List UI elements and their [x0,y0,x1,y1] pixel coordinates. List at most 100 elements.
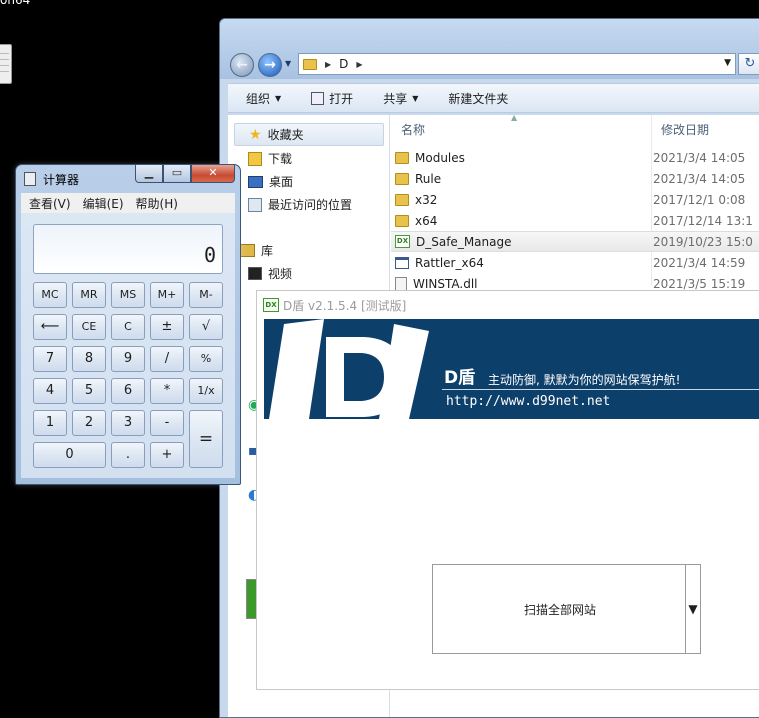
nav-label: 下载 [268,152,293,166]
file-name: D_Safe_Manage [416,234,512,249]
back-button[interactable]: ← [230,53,254,77]
share-button[interactable]: 共享 ▼ [383,90,418,107]
nav-item-libraries[interactable]: 库 [240,242,273,259]
key-sqrt[interactable]: √ [189,314,223,340]
new-folder-button[interactable]: 新建文件夹 [448,90,508,107]
file-row[interactable]: Rule 2021/3/4 14:05 [391,168,759,189]
key-0[interactable]: 0 [33,442,106,468]
key-1[interactable]: 1 [33,410,67,436]
calculator-window: 计算器 ▁ ▭ ✕ 查看(V) 编辑(E) 帮助(H) 0 MC MR MS M… [15,164,241,485]
d-shield-website-link[interactable]: http://www.d99net.net [446,394,610,409]
d-shield-slogan: 主动防御, 默默为你的网站保驾护航! [488,373,681,387]
nav-item-favorites[interactable]: ★ 收藏夹 [234,123,384,146]
open-button[interactable]: 打开 [311,90,353,107]
banner-divider [442,389,759,390]
breadcrumb-separator-icon[interactable]: ▶ [325,60,331,69]
d-shield-titlebar[interactable]: DX D盾 v2.1.5.4 [测试版] [257,291,759,319]
explorer-address-row: ← → ▼ ▶ D ▶ ▼ ↻ [220,19,759,79]
address-dropdown-icon[interactable]: ▼ [724,58,731,68]
refresh-icon: ↻ [744,56,756,71]
file-row[interactable]: x32 2017/12/1 0:08 [391,189,759,210]
new-folder-label: 新建文件夹 [448,91,509,106]
chevron-down-icon: ▼ [688,602,698,616]
calculator-titlebar[interactable]: 计算器 ▁ ▭ ✕ [16,165,240,191]
file-date: 2021/3/4 14:05 [653,171,746,186]
breadcrumb-current[interactable]: D [339,57,348,71]
select-dropdown-button[interactable]: ▼ [685,565,700,653]
d-shield-logo-icon: DX [263,298,279,312]
folder-icon [395,193,409,206]
organize-button[interactable]: 组织 ▼ [246,90,281,107]
key-equals[interactable]: = [189,410,223,468]
nav-item-desktop[interactable]: 桌面 [248,173,293,190]
close-icon: ✕ [208,166,218,179]
key-decimal[interactable]: . [111,442,145,468]
key-4[interactable]: 4 [33,378,67,404]
refresh-button[interactable]: ↻ [738,53,759,75]
folder-icon [395,214,409,227]
videos-icon [248,267,262,280]
key-reciprocal[interactable]: 1/x [189,378,223,404]
desktop-file-icon[interactable] [0,44,12,84]
column-header-name[interactable]: 名称 [401,121,425,138]
file-name: Modules [415,150,465,165]
file-row-selected[interactable]: DX D_Safe_Manage 2019/10/23 15:0 [391,231,759,252]
file-date: 2019/10/23 15:0 [653,234,753,249]
nav-item-downloads[interactable]: 下载 [248,150,292,167]
downloads-folder-icon [248,151,262,166]
address-bar[interactable]: ▶ D ▶ ▼ [298,53,736,75]
key-6[interactable]: 6 [111,378,145,404]
key-plus-minus[interactable]: ± [150,314,184,340]
key-7[interactable]: 7 [33,346,67,372]
d-shield-banner: D盾 主动防御, 默默为你的网站保驾护航! http://www.d99net.… [264,319,759,419]
libraries-icon [240,244,255,257]
breadcrumb-separator-icon[interactable]: ▶ [356,60,362,69]
key-3[interactable]: 3 [111,410,145,436]
menu-view[interactable]: 查看(V) [29,195,71,212]
key-add[interactable]: + [150,442,184,468]
key-m-plus[interactable]: M+ [150,282,184,308]
chevron-down-icon: ▼ [412,93,419,103]
key-multiply[interactable]: * [150,378,184,404]
key-5[interactable]: 5 [72,378,106,404]
menu-help[interactable]: 帮助(H) [136,195,178,212]
key-mc[interactable]: MC [33,282,67,308]
key-ce[interactable]: CE [72,314,106,340]
nav-item-videos[interactable]: 视频 [248,265,292,282]
key-9[interactable]: 9 [111,346,145,372]
scan-scope-value: 扫描全部网站 [523,603,596,617]
key-percent[interactable]: % [189,346,223,372]
dll-file-icon [395,276,407,291]
key-m-minus[interactable]: M- [189,282,223,308]
scan-scope-select[interactable]: 扫描全部网站 ▼ [432,564,701,654]
nav-label: 桌面 [269,175,294,189]
nav-item-recent[interactable]: 最近访问的位置 [248,196,352,213]
application-icon [395,256,409,269]
file-row[interactable]: Modules 2021/3/4 14:05 [391,147,759,168]
close-button[interactable]: ✕ [191,165,235,183]
desktop-icon [248,175,263,188]
key-divide[interactable]: / [150,346,184,372]
key-mr[interactable]: MR [72,282,106,308]
recent-pages-dropdown-icon[interactable]: ▼ [285,59,291,68]
calculator-display: 0 [33,224,223,274]
file-row[interactable]: x64 2017/12/14 13:1 [391,210,759,231]
key-subtract[interactable]: - [150,410,184,436]
desktop-window-title-fragment: on64 [0,0,31,7]
forward-button[interactable]: → [258,53,282,77]
key-ms[interactable]: MS [111,282,145,308]
file-date: 2021/3/4 14:59 [653,255,746,270]
key-clear[interactable]: C [111,314,145,340]
open-label: 打开 [329,91,354,106]
open-icon [311,91,325,105]
menu-edit[interactable]: 编辑(E) [83,195,124,212]
key-8[interactable]: 8 [72,346,106,372]
key-2[interactable]: 2 [72,410,106,436]
minimize-button[interactable]: ▁ [135,165,163,183]
d-shield-big-logo [269,319,429,419]
column-header-modified[interactable]: 修改日期 [661,121,709,138]
chevron-down-icon: ▼ [275,93,282,103]
file-row[interactable]: Rattler_x64 2021/3/4 14:59 [391,252,759,273]
maximize-button[interactable]: ▭ [163,165,191,183]
key-backspace[interactable]: ⟵ [33,314,67,340]
